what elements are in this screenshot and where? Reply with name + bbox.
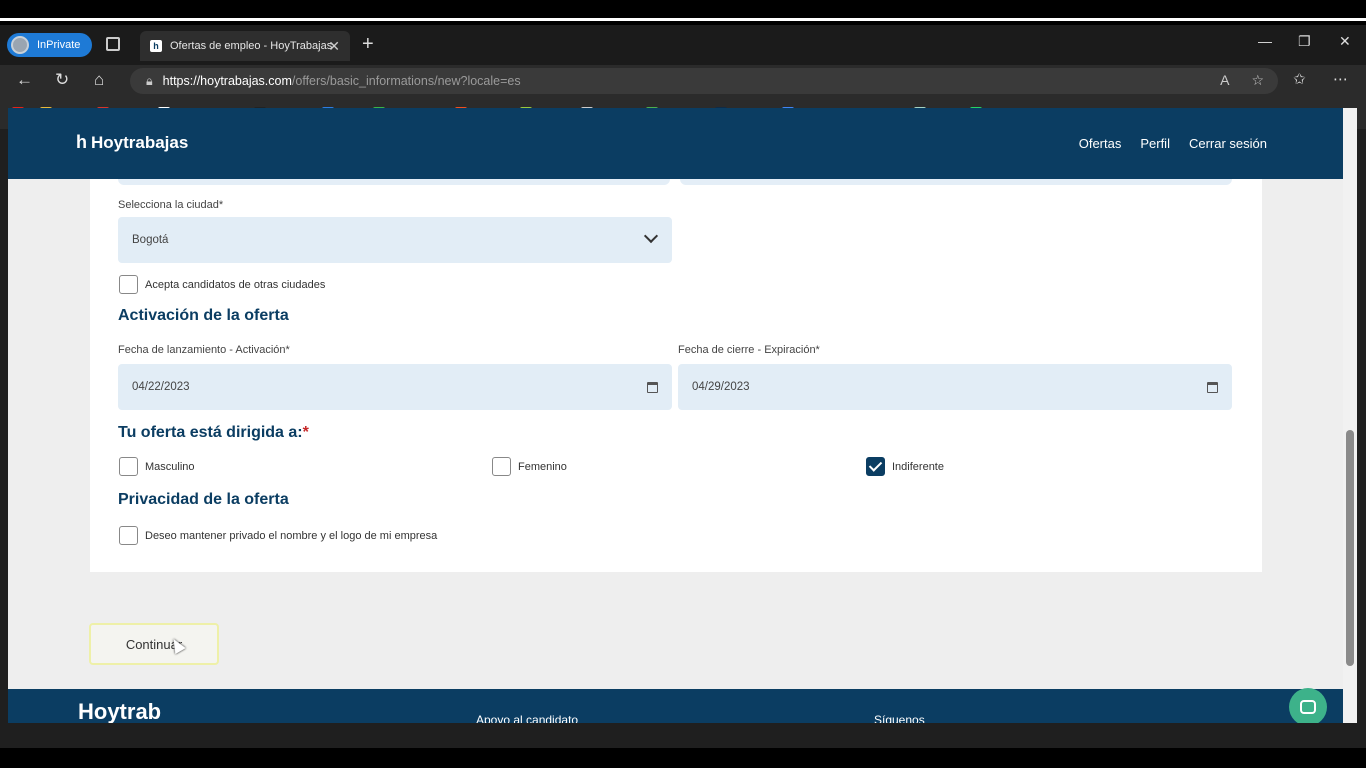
tab-title: Ofertas de empleo - HoyTrabajas [170, 40, 333, 52]
chat-button[interactable] [1289, 688, 1327, 723]
lock-icon: 🔒︎ [146, 73, 153, 88]
top-border [0, 18, 1366, 21]
chat-icon [1300, 700, 1316, 714]
nav-cerrar-sesion[interactable]: Cerrar sesión [1189, 136, 1267, 151]
page-scrollbar[interactable] [1343, 108, 1357, 723]
site-logo[interactable]: h Hoytrabajas [76, 132, 188, 153]
site-nav: Ofertas Perfil Cerrar sesión [1079, 136, 1267, 151]
back-icon[interactable]: ← [16, 70, 33, 90]
inprivate-badge[interactable]: InPrivate [7, 33, 92, 57]
launch-date-input[interactable]: 04/22/2023 [118, 364, 672, 410]
close-window-icon[interactable]: ✕ [1339, 33, 1351, 50]
screen: InPrivate h Ofertas de empleo - HoyTraba… [0, 0, 1366, 768]
chevron-down-icon [643, 228, 659, 244]
inprivate-label: InPrivate [37, 39, 81, 51]
privacy-label: Deseo mantener privado el nombre y el lo… [145, 530, 438, 542]
site-footer: Hoytrab Apoyo al candidato Síguenos [8, 689, 1343, 723]
logo-mark-icon: h [76, 132, 87, 152]
launch-date-value: 04/22/2023 [132, 381, 190, 393]
calendar-icon[interactable] [1207, 382, 1218, 393]
more-menu-icon[interactable]: ⋯ [1333, 70, 1348, 88]
tab-actions-icon[interactable] [106, 37, 120, 51]
target-title: Tu oferta está dirigida a:* [118, 424, 309, 442]
target-title-text: Tu oferta está dirigida a: [118, 424, 303, 441]
refresh-icon[interactable]: ↻ [55, 70, 69, 90]
close-date-value: 04/29/2023 [692, 381, 750, 393]
new-tab-icon[interactable]: + [362, 33, 374, 56]
nav-perfil[interactable]: Perfil [1140, 136, 1170, 151]
footer-follow-heading: Síguenos [874, 713, 925, 723]
web-page: h Hoytrabajas Ofertas Perfil Cerrar sesi… [8, 108, 1343, 723]
read-aloud-icon[interactable]: A [1220, 72, 1229, 89]
favorites-icon[interactable]: ✩ [1293, 70, 1306, 88]
url-path: /offers/basic_informations/new?locale=es [291, 74, 521, 88]
continue-button[interactable]: Continuar [89, 623, 219, 665]
url-input[interactable]: 🔒︎ https://hoytrabajas.com /offers/basic… [130, 68, 1278, 94]
other-cities-label: Acepta candidatos de otras ciudades [145, 279, 326, 291]
privacy-title: Privacidad de la oferta [118, 491, 289, 508]
tab-bar: InPrivate h Ofertas de empleo - HoyTraba… [0, 25, 1366, 65]
calendar-icon[interactable] [647, 382, 658, 393]
restore-icon[interactable]: ❐ [1298, 33, 1311, 50]
required-marker: * [302, 424, 309, 441]
footer-support-heading: Apoyo al candidato [476, 713, 579, 723]
target-femenino-label: Femenino [518, 461, 567, 473]
tab-active[interactable]: h Ofertas de empleo - HoyTrabajas ✕ [140, 31, 350, 61]
city-select[interactable]: Bogotá [118, 217, 672, 263]
logo-text: Hoytrabajas [91, 132, 189, 152]
other-cities-checkbox[interactable] [119, 275, 138, 294]
close-date-input[interactable]: 04/29/2023 [678, 364, 1232, 410]
address-bar: ← ↻ ⌂ 🔒︎ https://hoytrabajas.com /offers… [0, 65, 1366, 97]
activation-title: Activación de la oferta [118, 307, 289, 324]
target-indiferente-checkbox[interactable] [866, 457, 885, 476]
avatar [11, 36, 29, 54]
close-tab-icon[interactable]: ✕ [328, 38, 340, 55]
city-value: Bogotá [132, 234, 169, 246]
target-masculino-label: Masculino [145, 461, 195, 473]
target-indiferente-label: Indiferente [892, 461, 944, 473]
url-host: https://hoytrabajas.com [162, 74, 292, 88]
site-header: h Hoytrabajas Ofertas Perfil Cerrar sesi… [8, 108, 1343, 179]
footer-logo[interactable]: Hoytrab [78, 699, 161, 723]
target-masculino-checkbox[interactable] [119, 457, 138, 476]
city-label: Selecciona la ciudad* [118, 199, 224, 211]
favicon-icon: h [150, 40, 162, 52]
close-date-label: Fecha de cierre - Expiración* [678, 344, 820, 356]
previous-fields [118, 179, 1232, 185]
favorite-star-icon[interactable]: ☆ [1251, 72, 1264, 89]
scrollbar-thumb[interactable] [1346, 430, 1354, 666]
nav-ofertas[interactable]: Ofertas [1079, 136, 1122, 151]
target-femenino-checkbox[interactable] [492, 457, 511, 476]
privacy-checkbox[interactable] [119, 526, 138, 545]
launch-date-label: Fecha de lanzamiento - Activación* [118, 344, 290, 356]
minimize-icon[interactable]: — [1258, 33, 1272, 49]
home-icon[interactable]: ⌂ [94, 70, 104, 90]
offer-form-card: Selecciona la ciudad* Bogotá Acepta cand… [90, 179, 1262, 572]
